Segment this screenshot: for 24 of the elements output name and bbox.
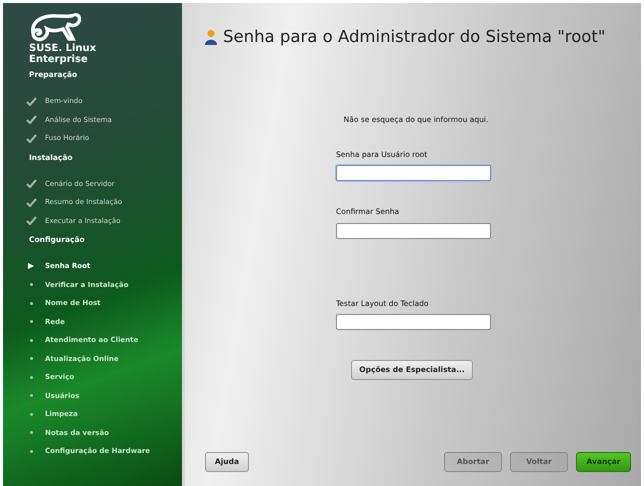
bullet-icon	[30, 412, 32, 416]
arrow-icon	[27, 262, 35, 270]
checkmark-icon	[26, 179, 36, 188]
bullet-icon	[30, 450, 32, 453]
checkmark-icon	[26, 216, 36, 226]
checkmark-icon	[26, 115, 36, 124]
bullet-icon	[30, 283, 32, 286]
input-field[interactable]	[336, 222, 491, 238]
checkmark-icon	[26, 96, 36, 106]
user-icon	[205, 29, 217, 46]
checkmark-icon	[26, 198, 36, 207]
chameleon-logo-icon	[29, 11, 81, 43]
page-title: Senha para o Administrador do Sistema "root"	[223, 26, 606, 48]
bullet-icon	[30, 394, 32, 398]
bullet-icon	[30, 338, 32, 342]
bullet-icon	[30, 320, 32, 324]
input-field[interactable]	[336, 165, 491, 182]
bullet-icon	[30, 357, 32, 360]
bullet-icon	[30, 302, 32, 305]
bullet-icon	[30, 431, 32, 434]
brand-name: SUSE. Linux Enterprise	[29, 43, 98, 65]
input-field[interactable]	[336, 314, 491, 330]
bullet-icon	[30, 376, 32, 379]
checkmark-icon	[26, 134, 36, 143]
